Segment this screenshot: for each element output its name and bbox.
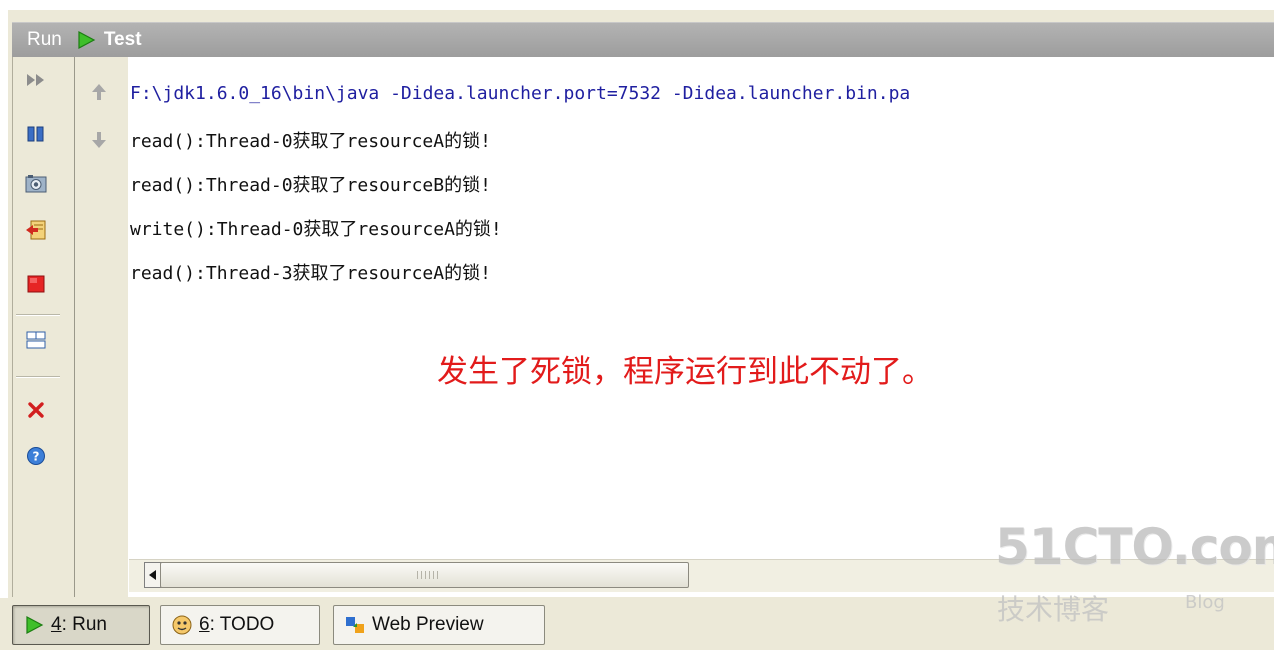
run-label: Run xyxy=(27,29,62,50)
console-output-line: write():Thread-0获取了resourceA的锁! xyxy=(130,219,502,240)
web-preview-icon xyxy=(342,612,368,638)
deadlock-annotation: 发生了死锁，程序运行到此不动了。 xyxy=(437,354,933,390)
tab-run-label: 4: Run xyxy=(51,614,107,635)
scrollbar-grip xyxy=(417,571,439,579)
run-config-name: Test xyxy=(103,29,142,50)
run-play-icon xyxy=(21,612,47,638)
console-command-line: F:\jdk1.6.0_16\bin\java -Didea.launcher.… xyxy=(130,83,911,104)
watermark-brand: 51CTO.com xyxy=(995,518,1274,576)
help-icon[interactable]: ? xyxy=(22,442,50,470)
scroll-down-icon[interactable] xyxy=(88,128,110,152)
rerun-icon[interactable] xyxy=(22,66,50,94)
run-title-bar: Run Test xyxy=(12,22,1274,58)
svg-text:?: ? xyxy=(33,450,40,464)
console-output-line: read():Thread-0获取了resourceA的锁! xyxy=(130,131,491,152)
chevron-left-icon xyxy=(149,570,156,580)
console-output-line: read():Thread-0获取了resourceB的锁! xyxy=(130,175,491,196)
scroll-up-icon[interactable] xyxy=(88,80,110,104)
watermark-subtitle: 技术博客 xyxy=(997,593,1110,626)
run-config-play-icon xyxy=(76,29,98,51)
left-border xyxy=(0,0,8,650)
toolbar-separator xyxy=(16,314,60,316)
watermark-blog: Blog xyxy=(1185,592,1225,613)
tab-todo-label: 6: TODO xyxy=(199,614,275,635)
dump-threads-icon[interactable] xyxy=(22,170,50,198)
todo-icon xyxy=(169,612,195,638)
toolbar-separator xyxy=(16,376,60,378)
pause-icon[interactable] xyxy=(22,120,50,148)
export-output-icon[interactable] xyxy=(22,216,50,244)
console-output-line: read():Thread-3获取了resourceA的锁! xyxy=(130,263,491,284)
close-icon[interactable] xyxy=(22,396,50,424)
tab-web-preview[interactable]: Web Preview xyxy=(333,605,545,645)
stop-icon[interactable] xyxy=(22,270,50,298)
tab-run[interactable]: 4: Run xyxy=(12,605,150,645)
scrollbar-thumb[interactable] xyxy=(160,562,689,588)
top-border xyxy=(0,0,1274,10)
watermark: 51CTO.com 技术博客 Blog xyxy=(995,518,1274,628)
restore-layout-icon[interactable] xyxy=(22,326,50,354)
tab-todo[interactable]: 6: TODO xyxy=(160,605,320,645)
tab-web-preview-label: Web Preview xyxy=(372,614,484,635)
